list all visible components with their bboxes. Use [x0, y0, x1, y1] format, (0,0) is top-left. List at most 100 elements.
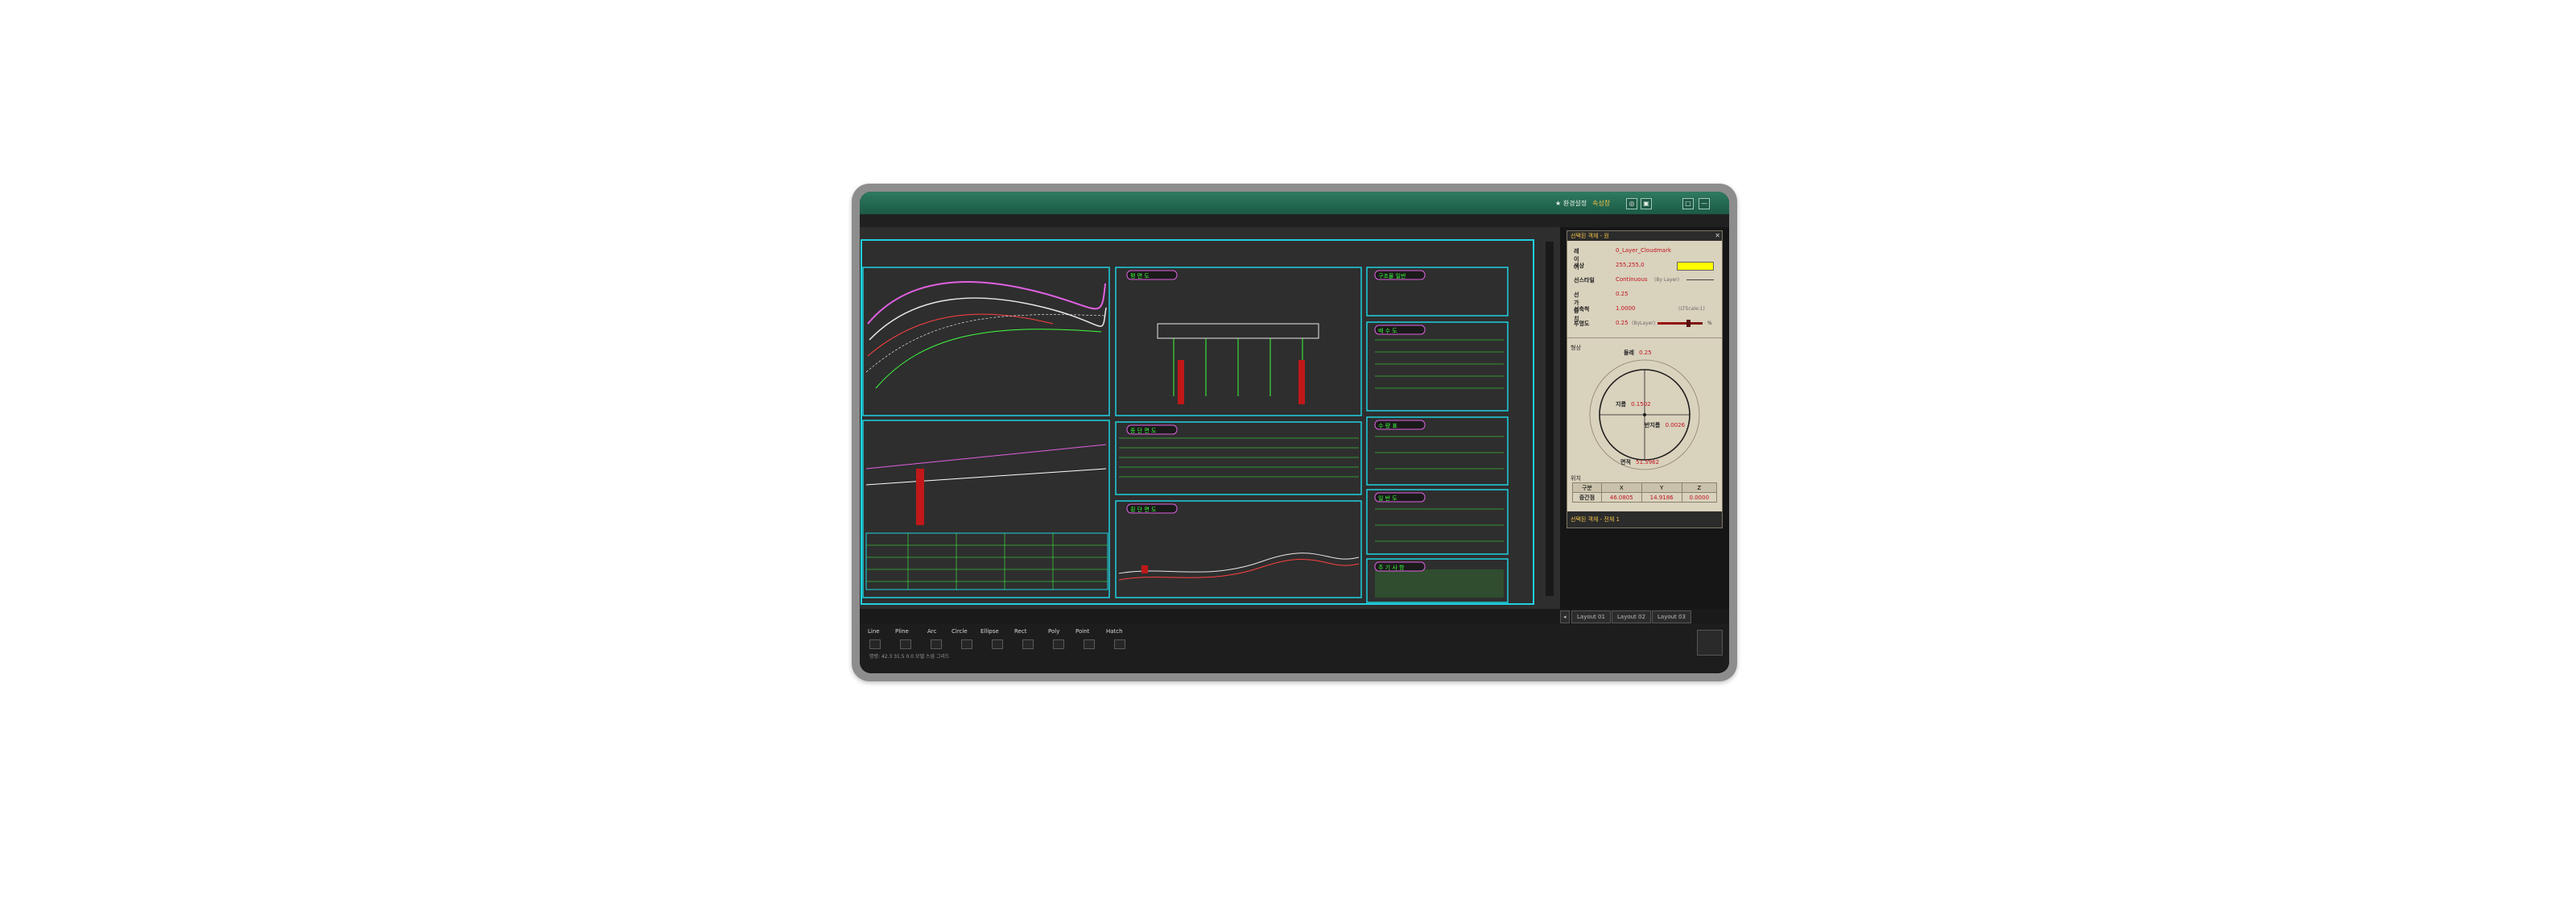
tool-icon-1[interactable] [869, 639, 881, 649]
transparency-value[interactable]: 0.25 [1616, 320, 1629, 326]
col-type: 구분 [1572, 482, 1602, 493]
diameter-group: 지름 0.1502 [1616, 400, 1651, 408]
tool-icon-6[interactable] [1022, 639, 1034, 649]
cad-drawing: 평 면 도 종 단 면 도 횡 단 면 도 구조물 일반 배 수 도 수 량 표… [860, 227, 1560, 609]
linetype-preview [1686, 279, 1714, 280]
area-value: 51.5962 [1636, 459, 1660, 465]
properties-footer: 선택된 객체 - 전체 1 [1567, 511, 1722, 528]
transparency-slider-thumb[interactable] [1686, 320, 1690, 327]
cmd-hatch[interactable]: Hatch [1106, 628, 1123, 635]
panel-label-profile: 종 단 면 도 [1130, 427, 1157, 434]
title-bar: ★ 환경설정 속성창 ◎ ▣ □ — [860, 192, 1729, 214]
tool-icon-5[interactable] [992, 639, 1003, 649]
object-properties: 선택된 객체 - 원 ✕ 레이어 0_Layer_Cloudmark 색상 25… [1567, 230, 1723, 528]
cmd-line[interactable]: Line [868, 628, 880, 635]
app-window: ★ 환경설정 속성창 ◎ ▣ □ — 평 면 도 종 단 면 도 횡 단 면 도… [852, 184, 1737, 681]
properties-panel: 선택된 객체 - 원 ✕ 레이어 0_Layer_Cloudmark 색상 25… [1560, 227, 1729, 609]
linetype-extra: (By Layer) [1654, 277, 1679, 283]
panel-label-general: 일 반 도 [1378, 494, 1397, 502]
circle-diagram [1589, 359, 1700, 470]
panel-label-notes: 주 기 사 항 [1378, 564, 1405, 571]
cmd-rect[interactable]: Rect [1014, 628, 1026, 635]
canvas-vertical-scrollbar[interactable] [1546, 242, 1554, 596]
position-table: 구분 X Y Z 중간점 46.0805 14.9186 0.0000 [1572, 482, 1718, 503]
position-header: 위치 [1571, 475, 1581, 482]
cell-y[interactable]: 14.9186 [1641, 492, 1682, 503]
radius-value: 0.0026 [1665, 422, 1686, 428]
transparency-slider[interactable] [1657, 322, 1703, 325]
property-rows: 레이어 0_Layer_Cloudmark 색상 255,255,0 선스타일 … [1567, 242, 1722, 338]
shape-header: 형상 [1571, 345, 1581, 351]
tool-icon-8[interactable] [1084, 639, 1095, 649]
cmd-pline[interactable]: Pline [895, 628, 909, 635]
circumference-label: 둘레 [1624, 350, 1634, 356]
bottom-toolbar: Line Pline Arc Circle Ellipse Rect Poly … [860, 623, 1729, 673]
grid-icon[interactable]: ▣ [1641, 198, 1652, 209]
col-x: X [1600, 482, 1642, 493]
diameter-label: 지름 [1616, 401, 1626, 408]
gear-icon[interactable]: ◎ [1626, 198, 1637, 209]
lineweight-value[interactable]: 0.25 [1616, 291, 1629, 297]
area-label: 면적 [1620, 459, 1631, 465]
tab-layout-01[interactable]: Layout 01 [1571, 610, 1611, 623]
properties-header: 선택된 객체 - 원 ✕ [1567, 231, 1722, 241]
radius-group: 반지름 0.0026 [1645, 421, 1685, 429]
col-y: Y [1641, 482, 1682, 493]
col-z: Z [1681, 482, 1718, 493]
area-group: 면적 51.5962 [1620, 458, 1659, 466]
color-value[interactable]: 255,255,0 [1616, 262, 1645, 268]
panel-label-quantity: 수 량 표 [1378, 423, 1397, 429]
layout-tabs: ◂ Layout 01 Layout 02 Layout 03 [1560, 610, 1729, 623]
diameter-value: 0.1502 [1631, 401, 1651, 408]
panel-label-cross: 횡 단 면 도 [1130, 506, 1157, 513]
tool-icon-4[interactable] [961, 639, 972, 649]
app-inner: ★ 환경설정 속성창 ◎ ▣ □ — 평 면 도 종 단 면 도 횡 단 면 도… [860, 192, 1729, 673]
panel-label-structure: 구조물 일반 [1378, 272, 1406, 279]
circumference-group: 둘레 0.25 [1624, 349, 1652, 357]
tab-nav-icon[interactable]: ◂ [1560, 610, 1570, 623]
drawing-canvas[interactable]: 평 면 도 종 단 면 도 횡 단 면 도 구조물 일반 배 수 도 수 량 표… [860, 227, 1560, 609]
settings-label[interactable]: ★ 환경설정 [1555, 199, 1587, 208]
color-label: 색상 [1574, 263, 1584, 269]
panel-label-plan: 평 면 도 [1130, 272, 1150, 279]
row-linetype[interactable]: 선스타일 Continuous (By Layer) [1574, 275, 1715, 286]
minimize-icon[interactable]: — [1699, 198, 1710, 209]
linetype-value[interactable]: Continuous [1616, 276, 1648, 283]
circumference-value: 0.25 [1639, 350, 1652, 356]
cell-z[interactable]: 0.0000 [1681, 492, 1718, 503]
cell-x[interactable]: 46.0805 [1600, 492, 1642, 503]
tool-icon-3[interactable] [931, 639, 942, 649]
cmd-ellipse[interactable]: Ellipse [980, 628, 999, 635]
linetype-label: 선스타일 [1574, 277, 1595, 283]
maximize-icon[interactable]: □ [1682, 198, 1694, 209]
tool-icon-7[interactable] [1053, 639, 1064, 649]
toolbar-strip [860, 214, 1729, 227]
cmd-poly[interactable]: Poly [1048, 628, 1059, 635]
linescale-label: 선축척 [1574, 306, 1590, 312]
tab-layout-02[interactable]: Layout 02 [1612, 610, 1651, 623]
properties-label[interactable]: 속성창 [1592, 199, 1610, 208]
tool-icon-9[interactable] [1114, 639, 1125, 649]
color-swatch[interactable] [1677, 262, 1714, 271]
radius-label: 반지름 [1645, 422, 1661, 428]
transparency-label: 투명도 [1574, 321, 1590, 327]
linescale-value[interactable]: 1.0000 [1616, 305, 1636, 312]
cmd-circle[interactable]: Circle [952, 628, 968, 635]
status-bar: 명령: 42.3 31.5 0.0 모델 스냅 그리드 [869, 654, 950, 660]
tab-layout-03[interactable]: Layout 03 [1652, 610, 1691, 623]
close-icon[interactable]: ✕ [1715, 231, 1720, 241]
row-transparency[interactable]: 투명도 0.25 (ByLayer) % [1574, 318, 1715, 329]
cmd-arc[interactable]: Arc [927, 628, 936, 635]
row-linescale[interactable]: 선축척 1.0000 (LTScale:1) [1574, 304, 1715, 315]
command-panel-icon[interactable] [1697, 630, 1723, 656]
cell-type: 중간점 [1572, 492, 1602, 503]
panel-label-drainage: 배 수 도 [1378, 327, 1397, 334]
tool-icon-2[interactable] [900, 639, 911, 649]
row-color[interactable]: 색상 255,255,0 [1574, 260, 1715, 271]
cmd-point[interactable]: Point [1075, 628, 1089, 635]
transparency-extra: (ByLayer) [1632, 321, 1656, 326]
linescale-extra: (LTScale:1) [1678, 306, 1705, 312]
properties-title: 선택된 객체 - 원 [1571, 233, 1609, 239]
layer-value[interactable]: 0_Layer_Cloudmark [1616, 247, 1671, 254]
transparency-unit: % [1707, 321, 1712, 326]
